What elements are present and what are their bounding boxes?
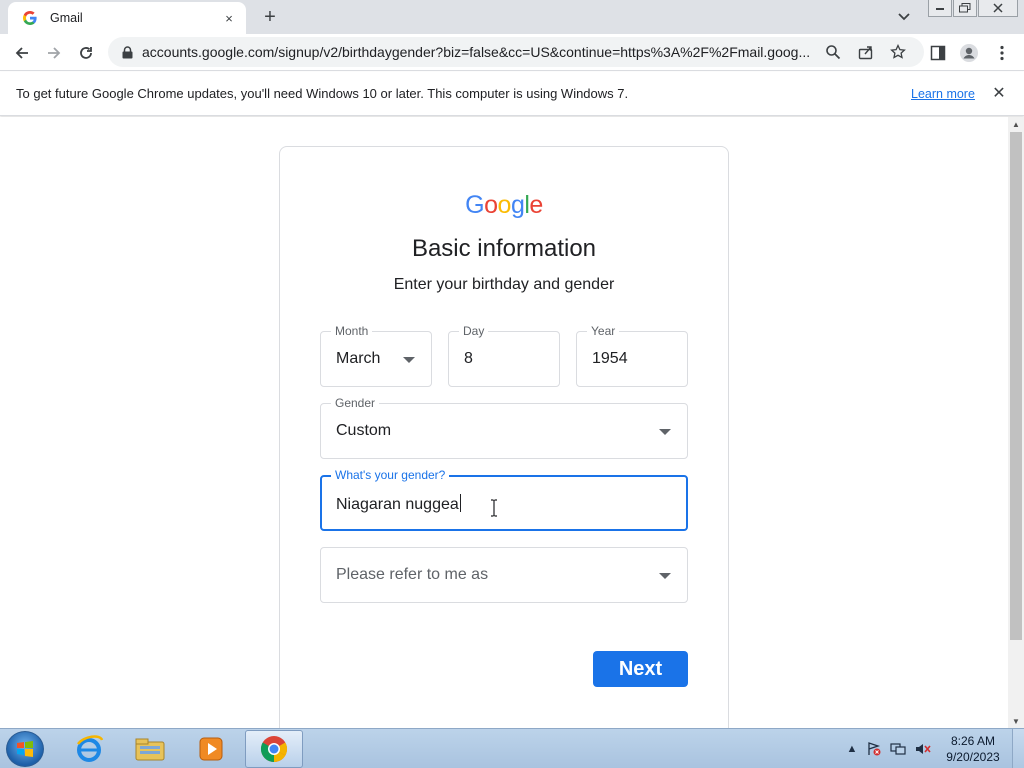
year-value: 1954 bbox=[592, 350, 628, 367]
custom-gender-input[interactable]: What's your gender? Niagaran nuggea bbox=[320, 468, 688, 531]
url-text[interactable]: accounts.google.com/signup/v2/birthdayge… bbox=[142, 44, 814, 60]
back-icon[interactable] bbox=[8, 39, 36, 67]
volume-muted-icon[interactable] bbox=[915, 741, 931, 757]
update-infobar: To get future Google Chrome updates, you… bbox=[0, 72, 1024, 116]
clock-time: 8:26 AM bbox=[950, 734, 996, 748]
custom-gender-value: Niagaran nuggea bbox=[336, 494, 461, 514]
year-label: Year bbox=[587, 324, 620, 338]
menu-icon[interactable] bbox=[988, 39, 1016, 67]
page-scrollbar[interactable]: ▲ ▼ bbox=[1008, 117, 1024, 728]
page-title: Basic information bbox=[411, 235, 597, 262]
text-cursor-icon bbox=[491, 499, 497, 517]
browser-toolbar: accounts.google.com/signup/v2/birthdayge… bbox=[0, 34, 1024, 71]
infobar-close-icon[interactable]: ✕ bbox=[990, 84, 1008, 102]
pronoun-select[interactable]: Please refer to me as bbox=[320, 547, 688, 603]
pronoun-placeholder: Please refer to me as bbox=[336, 566, 489, 583]
internet-explorer-icon[interactable] bbox=[60, 730, 118, 768]
lock-icon[interactable] bbox=[120, 45, 134, 59]
custom-gender-text: Niagaran nuggea bbox=[336, 496, 459, 513]
chrome-icon[interactable] bbox=[245, 730, 303, 768]
close-window-icon[interactable] bbox=[978, 0, 1018, 17]
month-label: Month bbox=[331, 324, 373, 338]
page-subtitle: Enter your birthday and gender bbox=[393, 276, 615, 293]
tray-expand-icon[interactable]: ▲ bbox=[844, 741, 860, 757]
forward-icon[interactable] bbox=[40, 39, 68, 67]
day-input[interactable]: Day 8 bbox=[448, 324, 560, 387]
restore-icon[interactable] bbox=[953, 0, 977, 17]
page-viewport: Google Basic information Enter your birt… bbox=[0, 117, 1008, 728]
google-logo: Google bbox=[280, 191, 728, 220]
day-label: Day bbox=[459, 324, 489, 338]
learn-more-link[interactable]: Learn more bbox=[911, 87, 975, 101]
address-bar[interactable]: accounts.google.com/signup/v2/birthdayge… bbox=[108, 37, 924, 67]
chevron-down-icon bbox=[659, 573, 671, 579]
gender-value: Custom bbox=[336, 422, 392, 439]
tab-search-icon[interactable] bbox=[893, 6, 915, 28]
next-button[interactable]: Next bbox=[593, 651, 688, 687]
infobar-message: To get future Google Chrome updates, you… bbox=[16, 86, 629, 101]
tab-strip: Gmail × + bbox=[0, 0, 1024, 34]
logo-letter: o bbox=[484, 191, 498, 219]
profile-icon[interactable] bbox=[955, 39, 983, 67]
chevron-down-icon bbox=[659, 429, 671, 435]
text-caret bbox=[459, 494, 461, 512]
month-value: March bbox=[336, 350, 381, 367]
month-select[interactable]: Month March bbox=[320, 324, 432, 387]
tab-gmail[interactable]: Gmail × bbox=[8, 2, 246, 34]
windows-logo-icon bbox=[17, 741, 33, 757]
media-player-icon[interactable] bbox=[182, 730, 240, 768]
clock-date: 9/20/2023 bbox=[946, 750, 1000, 764]
side-panel-icon[interactable] bbox=[924, 39, 952, 67]
zoom-icon[interactable] bbox=[823, 42, 843, 62]
windows-taskbar: ▲ 8:26 AM 9/20/2023 bbox=[0, 728, 1024, 768]
action-center-icon[interactable] bbox=[866, 741, 882, 757]
gender-select[interactable]: Gender Custom bbox=[320, 396, 688, 459]
logo-letter: o bbox=[497, 191, 512, 219]
file-explorer-icon[interactable] bbox=[121, 730, 179, 768]
logo-letter: e bbox=[529, 191, 543, 219]
year-input[interactable]: Year 1954 bbox=[576, 324, 688, 387]
logo-letter: G bbox=[465, 191, 485, 219]
signup-card: Google Basic information Enter your birt… bbox=[279, 146, 729, 728]
chevron-down-icon bbox=[403, 357, 415, 363]
share-icon[interactable] bbox=[856, 42, 876, 62]
custom-gender-label: What's your gender? bbox=[331, 468, 450, 482]
scroll-thumb[interactable] bbox=[1010, 132, 1022, 640]
system-clock[interactable]: 8:26 AM 9/20/2023 bbox=[938, 733, 1008, 765]
start-button[interactable] bbox=[6, 731, 44, 767]
new-tab-button[interactable]: + bbox=[258, 6, 282, 28]
gender-label: Gender bbox=[331, 396, 380, 410]
minimize-icon[interactable] bbox=[928, 0, 952, 17]
tab-close-icon[interactable]: × bbox=[220, 9, 238, 27]
google-g-icon bbox=[22, 10, 38, 26]
show-desktop-button[interactable] bbox=[1012, 729, 1024, 768]
star-icon[interactable] bbox=[888, 42, 908, 62]
logo-letter: g bbox=[510, 191, 525, 219]
day-value: 8 bbox=[464, 350, 473, 367]
tab-title: Gmail bbox=[50, 11, 83, 25]
network-icon[interactable] bbox=[890, 741, 906, 757]
scroll-down-icon[interactable]: ▼ bbox=[1008, 714, 1024, 728]
scroll-up-icon[interactable]: ▲ bbox=[1008, 117, 1024, 131]
reload-icon[interactable] bbox=[72, 39, 100, 67]
